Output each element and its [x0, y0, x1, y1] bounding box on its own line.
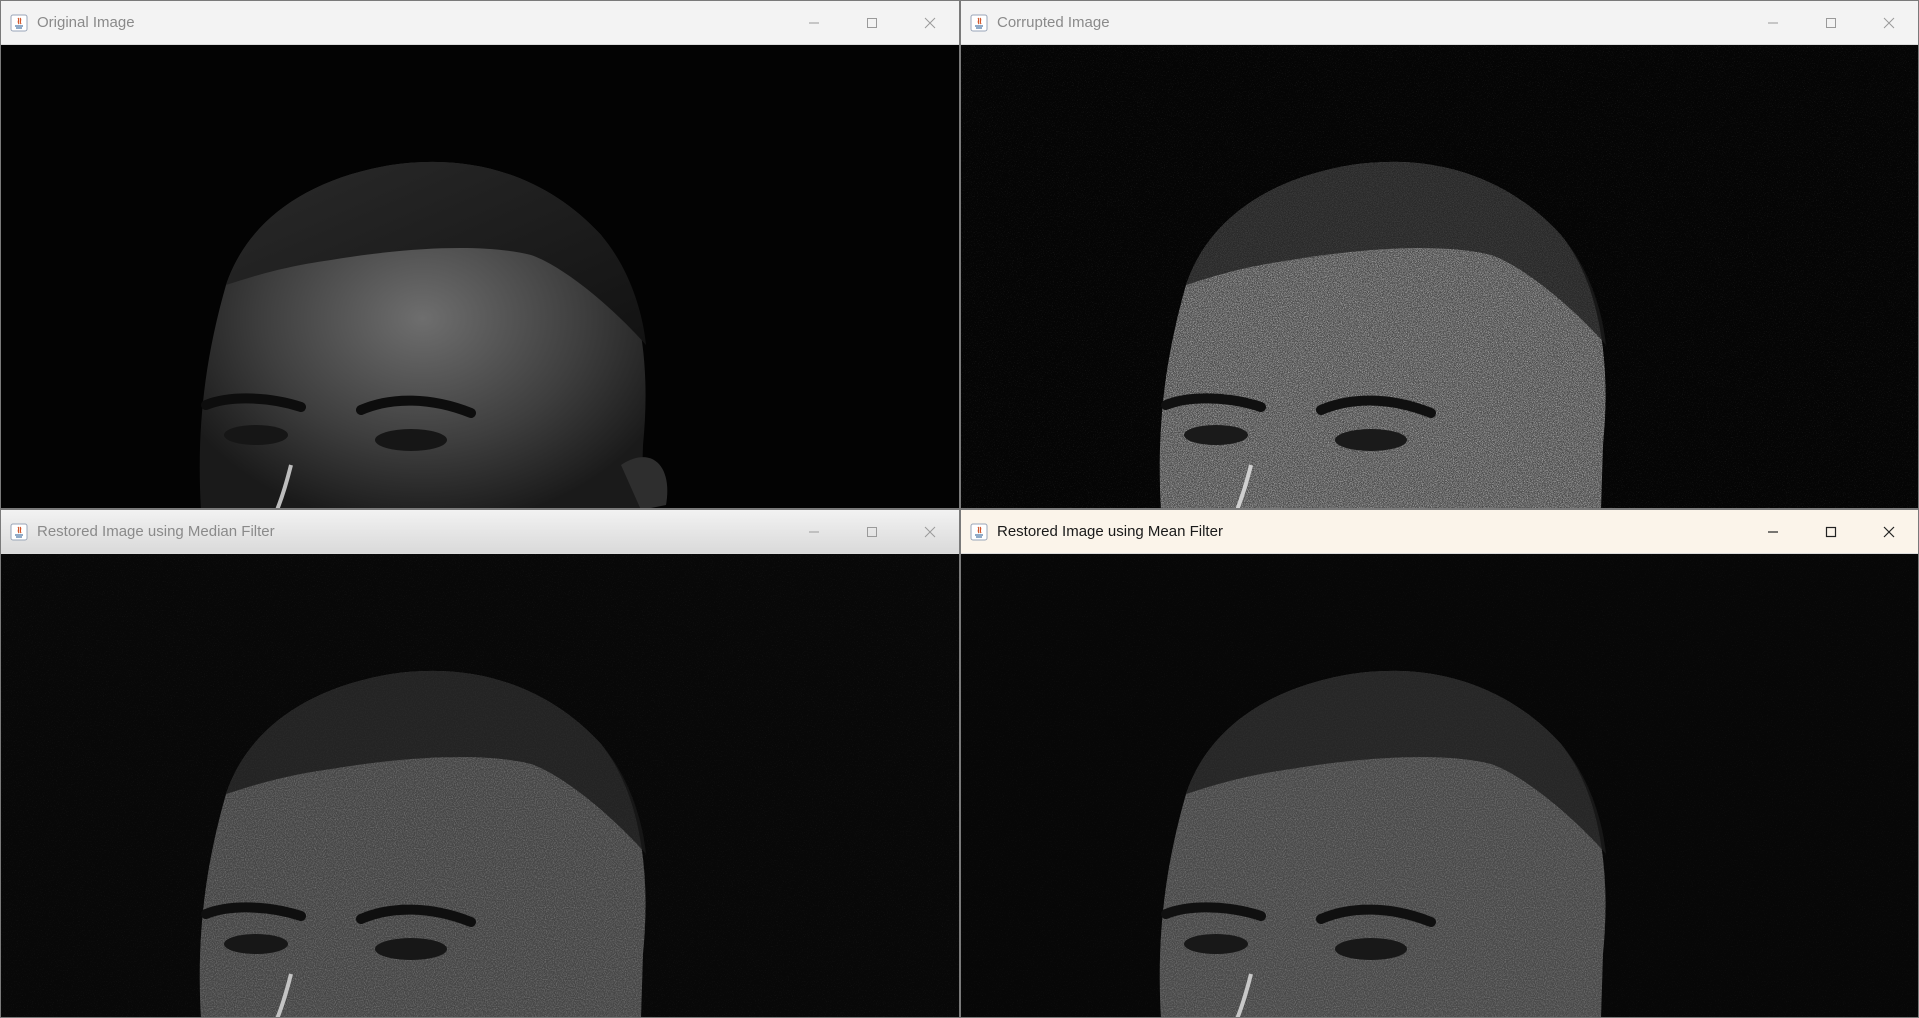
minimize-icon [1768, 530, 1778, 533]
window-titlebar[interactable]: Restored Image using Mean Filter [961, 510, 1918, 554]
minimize-button[interactable] [785, 1, 843, 44]
window-titlebar[interactable]: Restored Image using Median Filter [1, 510, 959, 554]
maximize-icon [1825, 526, 1837, 537]
maximize-icon [867, 526, 877, 537]
window-titlebar[interactable]: Corrupted Image [961, 1, 1918, 45]
java-app-icon [10, 523, 28, 540]
close-button[interactable] [901, 1, 959, 44]
image-canvas [1, 45, 959, 508]
corrupted-image-window[interactable]: Corrupted Image [960, 0, 1919, 509]
window-title: Original Image [37, 14, 135, 31]
close-button[interactable] [901, 510, 959, 553]
minimize-button[interactable] [1744, 1, 1802, 44]
close-button[interactable] [1860, 1, 1918, 44]
maximize-icon [867, 17, 877, 28]
minimize-button[interactable] [785, 510, 843, 553]
portrait-image [1, 45, 959, 508]
window-title: Corrupted Image [997, 14, 1110, 31]
image-canvas [1, 554, 959, 1017]
close-icon [1883, 17, 1895, 28]
java-app-icon [970, 523, 988, 540]
original-image-window[interactable]: Original Image [0, 0, 960, 509]
java-app-icon [970, 14, 988, 31]
minimize-icon [1768, 22, 1778, 23]
close-icon [924, 526, 936, 537]
window-title: Restored Image using Mean Filter [997, 523, 1223, 540]
maximize-icon [1826, 17, 1836, 28]
portrait-image [961, 554, 1918, 1017]
maximize-button[interactable] [1802, 1, 1860, 44]
median-filter-window[interactable]: Restored Image using Median Filter [0, 509, 960, 1018]
mean-filter-window[interactable]: Restored Image using Mean Filter [960, 509, 1919, 1018]
close-button[interactable] [1860, 510, 1918, 553]
maximize-button[interactable] [843, 1, 901, 44]
window-titlebar[interactable]: Original Image [1, 1, 959, 45]
minimize-button[interactable] [1744, 510, 1802, 553]
image-canvas [961, 554, 1918, 1017]
portrait-image [1, 554, 959, 1017]
minimize-icon [809, 22, 819, 23]
close-icon [924, 17, 936, 28]
portrait-image [961, 45, 1918, 508]
image-canvas [961, 45, 1918, 508]
close-icon [1883, 526, 1895, 537]
java-app-icon [10, 14, 28, 31]
window-title: Restored Image using Median Filter [37, 523, 275, 540]
maximize-button[interactable] [843, 510, 901, 553]
minimize-icon [809, 531, 819, 532]
maximize-button[interactable] [1802, 510, 1860, 553]
